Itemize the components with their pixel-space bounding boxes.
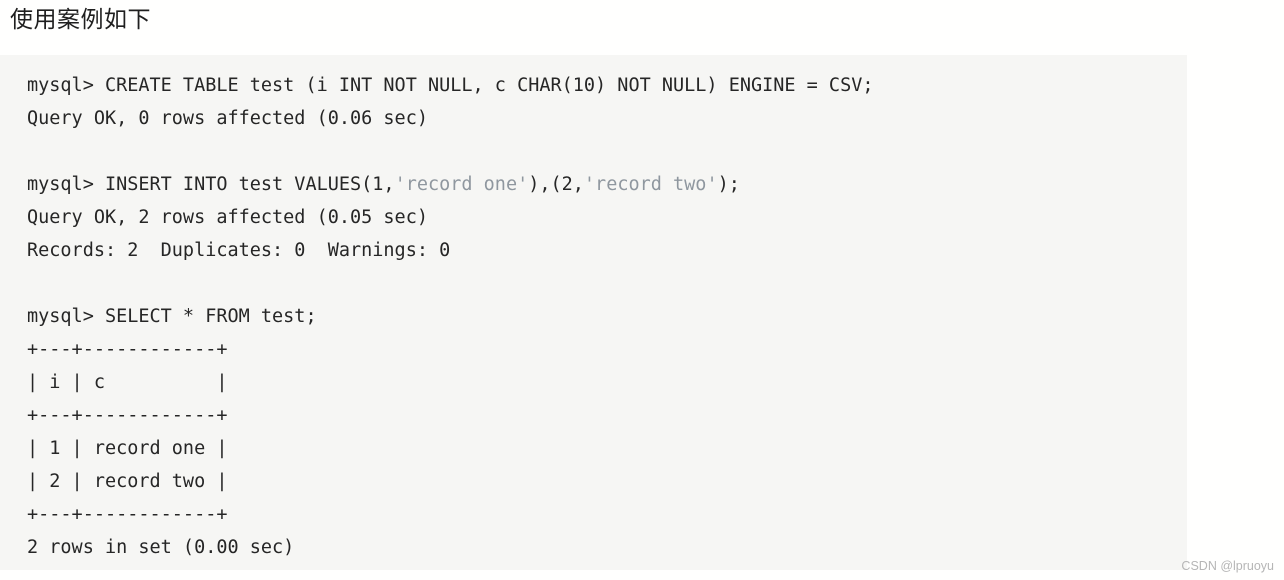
code-line: +---+------------+ xyxy=(27,504,228,525)
code-line: Query OK, 2 rows affected (0.05 sec) xyxy=(27,207,428,228)
code-token-string: 'record two' xyxy=(583,174,718,195)
code-block[interactable]: mysql> CREATE TABLE test (i INT NOT NULL… xyxy=(0,55,1187,570)
code-line: | 1 | record one | xyxy=(27,438,228,459)
page-root: 使用案例如下 mysql> CREATE TABLE test (i INT N… xyxy=(0,0,1284,580)
code-line: +---+------------+ xyxy=(27,339,228,360)
page-title: 使用案例如下 xyxy=(10,6,151,32)
code-line: mysql> CREATE TABLE test (i INT NOT NULL… xyxy=(27,75,874,96)
code-block-lines: mysql> CREATE TABLE test (i INT NOT NULL… xyxy=(0,69,1187,564)
code-line: mysql> SELECT * FROM test; xyxy=(27,306,317,327)
code-token-plain: ); xyxy=(717,174,740,195)
code-line: Query OK, 0 rows affected (0.06 sec) xyxy=(27,108,428,129)
code-line: 2 rows in set (0.00 sec) xyxy=(27,537,295,558)
code-line: +---+------------+ xyxy=(27,405,228,426)
code-line: Records: 2 Duplicates: 0 Warnings: 0 xyxy=(27,240,451,261)
code-token-plain: mysql> INSERT INTO test VALUES(1, xyxy=(27,174,395,195)
code-token-string: 'record one' xyxy=(394,174,529,195)
csdn-watermark: CSDN @lpruoyu xyxy=(1181,559,1274,573)
code-line: mysql> INSERT INTO test VALUES(1,'record… xyxy=(27,168,1187,201)
code-line: | i | c | xyxy=(27,372,228,393)
code-line: | 2 | record two | xyxy=(27,471,228,492)
code-token-plain: ),(2, xyxy=(528,174,584,195)
